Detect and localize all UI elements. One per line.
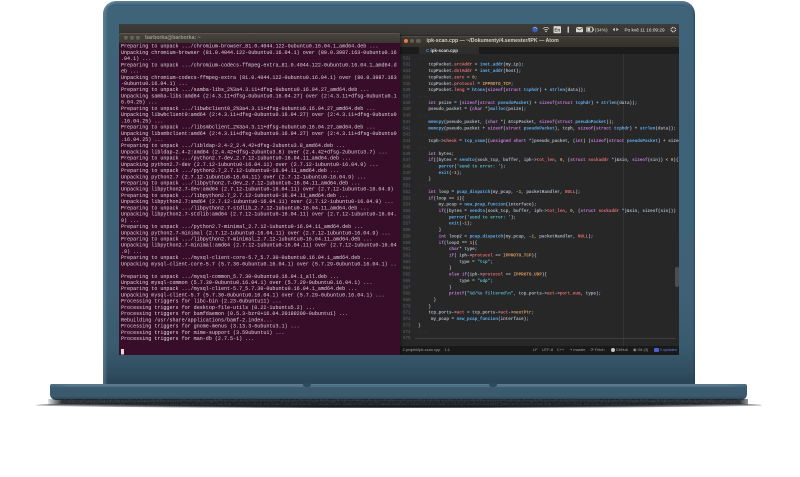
svg-text:Po kvě 11 16:09:29: Po kvě 11 16:09:29 <box>625 27 665 32</box>
svg-text:En: En <box>554 28 560 33</box>
svg-text:(34%): (34%) <box>595 27 608 33</box>
